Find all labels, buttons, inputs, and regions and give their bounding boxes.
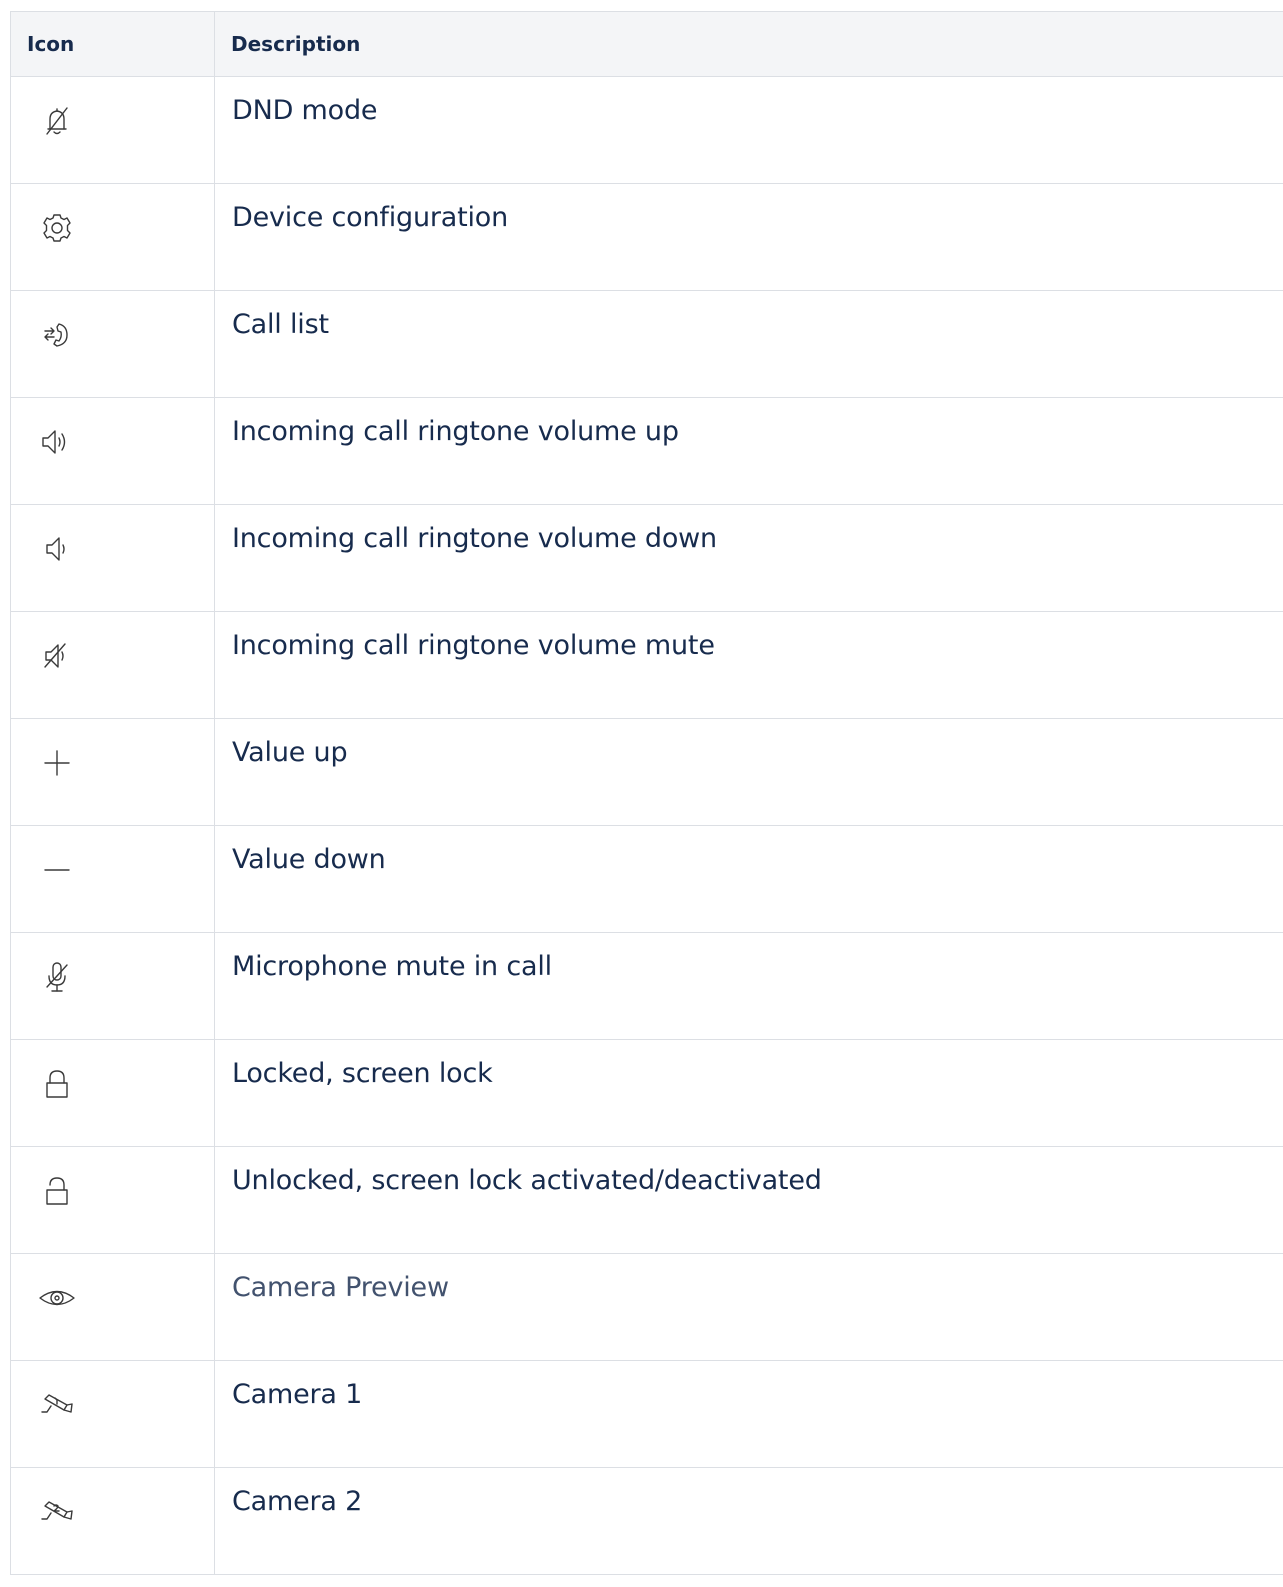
- gear-icon: [37, 208, 77, 248]
- table-row: Incoming call ringtone volume mute: [10, 611, 1283, 719]
- icon-column-header: Icon: [10, 11, 215, 77]
- icon-cell: [10, 1467, 215, 1575]
- table-header-row: Icon Description: [10, 11, 1283, 77]
- table-row: Unlocked, screen lock activated/deactiva…: [10, 1146, 1283, 1254]
- table-row: DND mode: [10, 76, 1283, 184]
- icon-cell: [10, 76, 215, 184]
- icon-description-table: Icon Description DND mode Device configu…: [10, 11, 1283, 1575]
- icon-cell: [10, 1253, 215, 1361]
- camera-2-icon: [37, 1492, 77, 1532]
- icon-cell: [10, 611, 215, 719]
- icon-cell: [10, 1146, 215, 1254]
- description-cell: Camera Preview: [214, 1253, 1283, 1361]
- table-row: Call list: [10, 290, 1283, 398]
- description-cell: Device configuration: [214, 183, 1283, 291]
- table-row: Device configuration: [10, 183, 1283, 291]
- description-cell: Value up: [214, 718, 1283, 826]
- icon-cell: [10, 1039, 215, 1147]
- description-cell: Incoming call ringtone volume mute: [214, 611, 1283, 719]
- volume-mute-icon: [37, 636, 77, 676]
- table-row: Incoming call ringtone volume down: [10, 504, 1283, 612]
- minus-icon: [37, 850, 77, 890]
- volume-up-icon: [37, 422, 77, 462]
- camera-1-icon: [37, 1385, 77, 1425]
- table-row: Camera 2: [10, 1467, 1283, 1575]
- lock-icon: [37, 1064, 77, 1104]
- table-row: Camera Preview: [10, 1253, 1283, 1361]
- icon-cell: [10, 718, 215, 826]
- icon-cell: [10, 290, 215, 398]
- description-cell: Locked, screen lock: [214, 1039, 1283, 1147]
- icon-cell: [10, 932, 215, 1040]
- icon-cell: [10, 825, 215, 933]
- description-cell: DND mode: [214, 76, 1283, 184]
- description-cell: Camera 2: [214, 1467, 1283, 1575]
- description-cell: Camera 1: [214, 1360, 1283, 1468]
- plus-icon: [37, 743, 77, 783]
- description-cell: Incoming call ringtone volume down: [214, 504, 1283, 612]
- description-cell: Call list: [214, 290, 1283, 398]
- description-cell: Unlocked, screen lock activated/deactiva…: [214, 1146, 1283, 1254]
- icon-cell: [10, 1360, 215, 1468]
- volume-down-icon: [37, 529, 77, 569]
- icon-cell: [10, 397, 215, 505]
- description-cell: Value down: [214, 825, 1283, 933]
- unlock-icon: [37, 1171, 77, 1211]
- eye-icon: [37, 1278, 77, 1318]
- icon-cell: [10, 504, 215, 612]
- icon-cell: [10, 183, 215, 291]
- description-cell: Microphone mute in call: [214, 932, 1283, 1040]
- table-row: Incoming call ringtone volume up: [10, 397, 1283, 505]
- description-cell: Incoming call ringtone volume up: [214, 397, 1283, 505]
- table-row: Value down: [10, 825, 1283, 933]
- table-row: Value up: [10, 718, 1283, 826]
- description-column-header: Description: [214, 11, 1283, 77]
- table-row: Locked, screen lock: [10, 1039, 1283, 1147]
- call-list-icon: [37, 315, 77, 355]
- table-row: Camera 1: [10, 1360, 1283, 1468]
- table-row: Microphone mute in call: [10, 932, 1283, 1040]
- icon-description-table-container: Icon Description DND mode Device configu…: [10, 11, 1283, 1575]
- microphone-mute-icon: [37, 957, 77, 997]
- bell-off-icon: [37, 101, 77, 141]
